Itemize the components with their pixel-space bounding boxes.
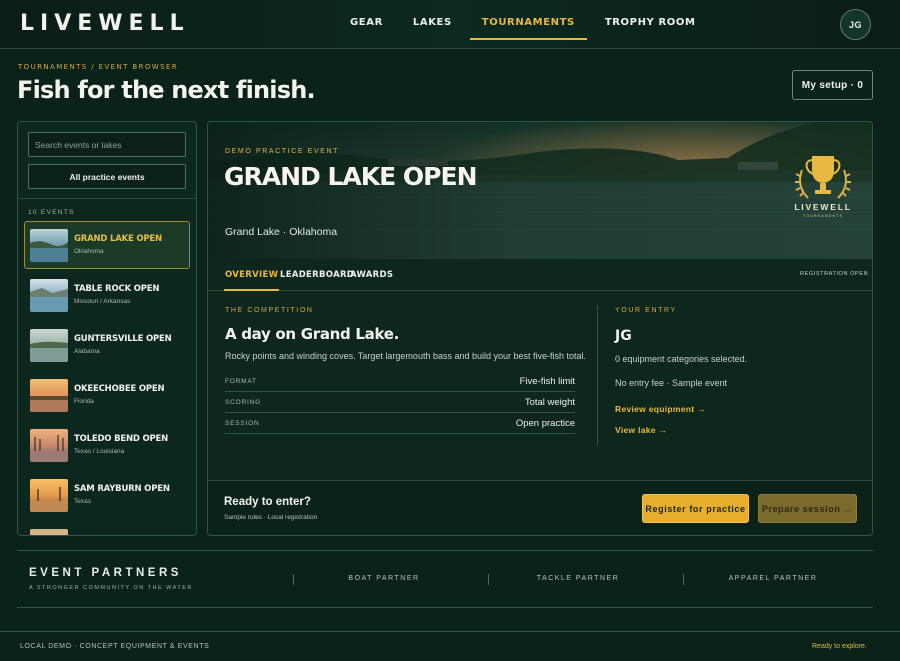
register-for-practice-button[interactable]: Register for practice — [642, 494, 749, 523]
partner-tackle: TACKLE PARTNER — [536, 575, 620, 582]
competition-specs: FORMAT Five-fish limit SCORING Total wei… — [225, 371, 575, 434]
event-name: OKEECHOBEE OPEN — [74, 384, 165, 394]
spec-value: Open practice — [515, 418, 575, 429]
cta-subtitle: Sample rules · Local registration — [224, 514, 318, 521]
equipment-summary: 0 equipment categories selected. — [615, 354, 748, 364]
event-detail-panel: DEMO PRACTICE EVENT GRAND LAKE OPEN Gran… — [207, 121, 873, 536]
event-count-label: 10 EVENTS — [28, 209, 75, 216]
user-avatar-button[interactable]: JG — [840, 9, 871, 40]
tab-overview[interactable]: OVERVIEW — [223, 270, 280, 291]
event-thumbnail — [30, 279, 68, 312]
spec-key: FORMAT — [225, 378, 257, 385]
footer-status: Ready to explore. — [812, 643, 867, 650]
top-navigation-bar: LIVEWELL GEAR LAKES TOURNAMENTS TROPHY R… — [0, 0, 900, 49]
section-divider — [17, 550, 873, 551]
event-item-sam-rayburn[interactable]: SAM RAYBURN OPEN Texas — [24, 471, 190, 519]
event-title: GRAND LAKE OPEN — [224, 162, 478, 191]
event-location: Grand Lake · Oklahoma — [225, 226, 338, 238]
cta-title: Ready to enter? — [224, 496, 311, 508]
section-divider — [17, 607, 873, 608]
event-thumbnail — [30, 529, 68, 535]
event-location: Florida — [74, 398, 94, 405]
event-item-guntersville[interactable]: GUNTERSVILLE OPEN Alabama — [24, 321, 190, 369]
spec-row: SESSION Open practice — [225, 413, 575, 434]
view-lake-link[interactable]: View lake → — [615, 425, 667, 435]
brand-logo[interactable]: LIVEWELL — [20, 11, 190, 36]
spec-key: SCORING — [225, 399, 261, 406]
event-item-partial[interactable] — [24, 521, 190, 535]
search-input[interactable]: Search events or lakes — [28, 132, 186, 157]
footer-legal: LOCAL DEMO · CONCEPT EQUIPMENT & EVENTS — [20, 643, 210, 650]
spec-key: SESSION — [225, 420, 260, 427]
event-thumbnail — [30, 429, 68, 462]
event-list: GRAND LAKE OPEN Oklahoma TABLE ROCK OPEN… — [24, 221, 190, 535]
entry-label: YOUR ENTRY — [615, 307, 677, 314]
partners-title: EVENT PARTNERS — [29, 567, 182, 579]
competition-description: Rocky points and winding coves. Target l… — [225, 351, 587, 361]
spec-value: Five-fish limit — [519, 376, 575, 387]
footer-divider — [0, 631, 900, 632]
tab-leaderboard[interactable]: LEADERBOARD — [280, 270, 354, 280]
event-thumbnail — [30, 379, 68, 412]
entry-name: JG — [615, 328, 632, 344]
event-name: TOLEDO BEND OPEN — [74, 434, 169, 444]
event-thumbnail — [30, 329, 68, 362]
badge-title: LIVEWELL — [794, 202, 852, 212]
column-divider — [597, 305, 598, 446]
competition-label: THE COMPETITION — [225, 307, 314, 314]
event-location: Alabama — [74, 348, 100, 355]
nav-tournaments[interactable]: TOURNAMENTS — [469, 17, 587, 40]
event-kicker: DEMO PRACTICE EVENT — [225, 148, 340, 155]
spec-row: SCORING Total weight — [225, 392, 575, 413]
event-item-grand-lake[interactable]: GRAND LAKE OPEN Oklahoma — [24, 221, 190, 269]
event-item-okeechobee[interactable]: OKEECHOBEE OPEN Florida — [24, 371, 190, 419]
event-name: GRAND LAKE OPEN — [74, 234, 162, 244]
page-title: Fish for the next finish. — [17, 76, 316, 104]
event-hero-image: DEMO PRACTICE EVENT GRAND LAKE OPEN Gran… — [208, 122, 872, 259]
event-thumbnail — [30, 479, 68, 512]
nav-gear[interactable]: GEAR — [350, 17, 383, 28]
event-location: Texas / Louisiana — [74, 448, 125, 455]
event-name: TABLE ROCK OPEN — [74, 284, 160, 294]
event-browser-sidebar: Search events or lakes All practice even… — [17, 121, 197, 536]
main-nav: GEAR LAKES TOURNAMENTS TROPHY ROOM — [350, 17, 726, 40]
nav-lakes[interactable]: LAKES — [413, 17, 452, 28]
partner-apparel: APPAREL PARTNER — [728, 575, 818, 582]
entry-fee: No entry fee · Sample event — [615, 378, 728, 388]
breadcrumb: TOURNAMENTS / EVENT BROWSER — [18, 63, 179, 71]
event-name: SAM RAYBURN OPEN — [74, 484, 170, 494]
spec-value: Total weight — [524, 397, 575, 408]
tab-awards[interactable]: AWARDS — [350, 270, 393, 280]
prepare-session-button[interactable]: Prepare session → — [758, 494, 857, 523]
competition-title: A day on Grand Lake. — [225, 325, 400, 343]
my-setup-button[interactable]: My setup · 0 — [792, 70, 873, 100]
all-practice-events-button[interactable]: All practice events — [28, 164, 186, 189]
event-item-table-rock[interactable]: TABLE ROCK OPEN Missouri / Arkansas — [24, 271, 190, 319]
sidebar-divider — [18, 198, 196, 199]
event-location: Texas — [74, 498, 91, 505]
spec-row: FORMAT Five-fish limit — [225, 371, 575, 392]
event-tabs: OVERVIEW LEADERBOARD AWARDS — [208, 259, 872, 291]
event-name: GUNTERSVILLE OPEN — [74, 334, 172, 344]
partner-boat: BOAT PARTNER — [348, 575, 420, 582]
nav-trophy-room[interactable]: TROPHY ROOM — [605, 17, 696, 28]
event-location: Missouri / Arkansas — [74, 298, 131, 305]
badge-subtitle: TOURNAMENTS — [802, 214, 844, 218]
event-thumbnail — [30, 229, 68, 262]
partners-subtitle: A STRONGER COMMUNITY ON THE WATER — [29, 585, 193, 591]
registration-cta-bar: Ready to enter? Sample rules · Local reg… — [208, 480, 872, 535]
event-item-toledo-bend[interactable]: TOLEDO BEND OPEN Texas / Louisiana — [24, 421, 190, 469]
registration-status: REGISTRATION OPEN — [800, 271, 869, 277]
review-equipment-link[interactable]: Review equipment → — [615, 404, 706, 414]
event-location: Oklahoma — [74, 248, 104, 255]
